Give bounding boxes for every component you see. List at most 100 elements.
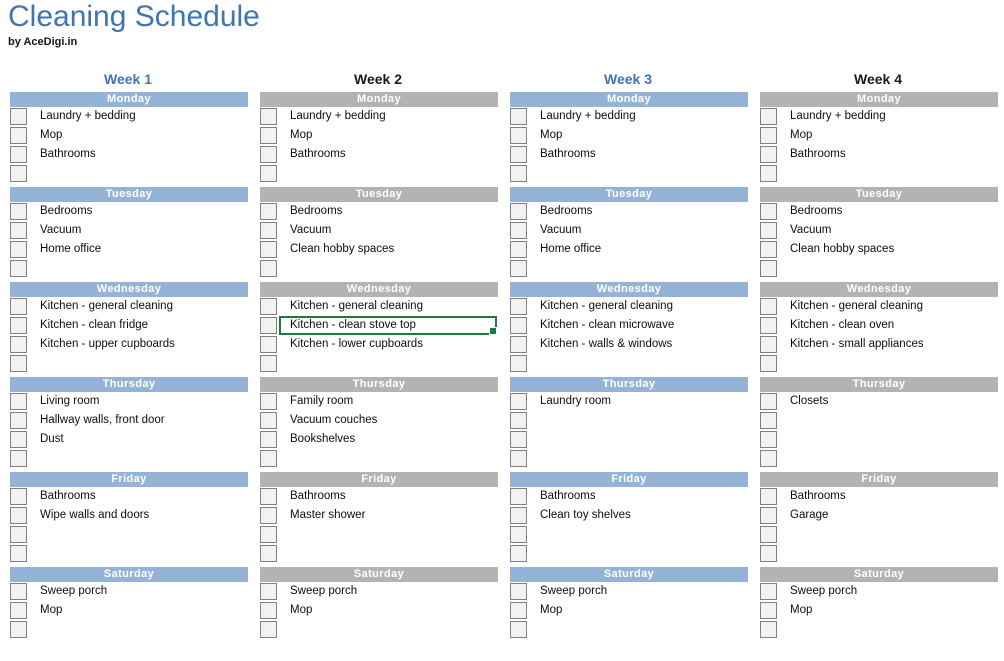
- task-label[interactable]: Vacuum couches: [277, 411, 377, 430]
- task-label[interactable]: Mop: [27, 601, 62, 620]
- task-label[interactable]: Sweep porch: [777, 582, 857, 601]
- task-checkbox[interactable]: [510, 127, 527, 144]
- task-checkbox[interactable]: [10, 222, 27, 239]
- task-label[interactable]: Bedrooms: [27, 202, 92, 221]
- task-checkbox[interactable]: [10, 450, 27, 467]
- task-checkbox[interactable]: [10, 621, 27, 638]
- task-checkbox[interactable]: [760, 222, 777, 239]
- task-label[interactable]: Bathrooms: [277, 487, 346, 506]
- task-label[interactable]: Clean hobby spaces: [777, 240, 894, 259]
- task-checkbox[interactable]: [760, 393, 777, 410]
- task-label[interactable]: Vacuum: [777, 221, 831, 240]
- task-checkbox[interactable]: [760, 621, 777, 638]
- task-label[interactable]: Laundry + bedding: [277, 107, 386, 126]
- task-label[interactable]: Mop: [277, 126, 312, 145]
- task-label[interactable]: Wipe walls and doors: [27, 506, 149, 525]
- task-checkbox[interactable]: [10, 165, 27, 182]
- task-checkbox[interactable]: [760, 526, 777, 543]
- task-checkbox[interactable]: [510, 488, 527, 505]
- task-label[interactable]: Kitchen - small appliances: [777, 335, 924, 354]
- task-checkbox[interactable]: [10, 393, 27, 410]
- task-label[interactable]: Mop: [27, 126, 62, 145]
- task-label[interactable]: Bedrooms: [777, 202, 842, 221]
- task-checkbox[interactable]: [260, 336, 277, 353]
- task-checkbox[interactable]: [760, 317, 777, 334]
- task-label[interactable]: Bedrooms: [277, 202, 342, 221]
- task-checkbox[interactable]: [260, 488, 277, 505]
- task-checkbox[interactable]: [760, 602, 777, 619]
- task-checkbox[interactable]: [260, 450, 277, 467]
- task-checkbox[interactable]: [10, 583, 27, 600]
- task-checkbox[interactable]: [260, 355, 277, 372]
- task-label[interactable]: Bathrooms: [777, 145, 846, 164]
- task-label[interactable]: Vacuum: [27, 221, 81, 240]
- cell-fill-handle[interactable]: [489, 327, 497, 335]
- task-checkbox[interactable]: [510, 526, 527, 543]
- task-checkbox[interactable]: [760, 127, 777, 144]
- task-checkbox[interactable]: [260, 526, 277, 543]
- task-checkbox[interactable]: [260, 431, 277, 448]
- task-label[interactable]: Sweep porch: [277, 582, 357, 601]
- task-label[interactable]: Kitchen - upper cupboards: [27, 335, 175, 354]
- task-checkbox[interactable]: [510, 222, 527, 239]
- task-label[interactable]: Laundry + bedding: [527, 107, 636, 126]
- task-checkbox[interactable]: [10, 203, 27, 220]
- task-checkbox[interactable]: [760, 146, 777, 163]
- task-label[interactable]: Dust: [27, 430, 64, 449]
- task-label[interactable]: Master shower: [277, 506, 365, 525]
- task-label[interactable]: Clean toy shelves: [527, 506, 631, 525]
- task-checkbox[interactable]: [510, 431, 527, 448]
- task-checkbox[interactable]: [510, 165, 527, 182]
- task-checkbox[interactable]: [260, 298, 277, 315]
- task-label[interactable]: Kitchen - general cleaning: [27, 297, 173, 316]
- task-checkbox[interactable]: [10, 241, 27, 258]
- task-checkbox[interactable]: [760, 108, 777, 125]
- task-checkbox[interactable]: [510, 355, 527, 372]
- task-label[interactable]: Mop: [777, 601, 812, 620]
- task-label[interactable]: Vacuum: [277, 221, 331, 240]
- task-label[interactable]: Bathrooms: [527, 145, 596, 164]
- task-label[interactable]: Bathrooms: [27, 145, 96, 164]
- task-checkbox[interactable]: [10, 355, 27, 372]
- task-checkbox[interactable]: [510, 146, 527, 163]
- task-checkbox[interactable]: [510, 393, 527, 410]
- task-label[interactable]: Kitchen - general cleaning: [277, 297, 423, 316]
- task-label[interactable]: Laundry + bedding: [27, 107, 136, 126]
- task-label[interactable]: Bathrooms: [277, 145, 346, 164]
- task-checkbox[interactable]: [760, 165, 777, 182]
- task-checkbox[interactable]: [260, 393, 277, 410]
- task-label[interactable]: Bedrooms: [527, 202, 592, 221]
- task-label[interactable]: Kitchen - lower cupboards: [277, 335, 423, 354]
- task-checkbox[interactable]: [260, 602, 277, 619]
- task-checkbox[interactable]: [260, 412, 277, 429]
- task-label[interactable]: Mop: [277, 601, 312, 620]
- task-checkbox[interactable]: [760, 507, 777, 524]
- task-checkbox[interactable]: [260, 108, 277, 125]
- task-checkbox[interactable]: [510, 507, 527, 524]
- task-label[interactable]: Home office: [527, 240, 601, 259]
- task-checkbox[interactable]: [260, 222, 277, 239]
- task-checkbox[interactable]: [260, 127, 277, 144]
- task-checkbox[interactable]: [10, 507, 27, 524]
- task-checkbox[interactable]: [510, 621, 527, 638]
- task-label[interactable]: Bathrooms: [777, 487, 846, 506]
- task-checkbox[interactable]: [510, 336, 527, 353]
- task-label[interactable]: Kitchen - clean stove top: [277, 316, 416, 335]
- task-checkbox[interactable]: [760, 298, 777, 315]
- task-checkbox[interactable]: [10, 431, 27, 448]
- task-checkbox[interactable]: [10, 488, 27, 505]
- task-checkbox[interactable]: [10, 602, 27, 619]
- task-checkbox[interactable]: [760, 545, 777, 562]
- task-checkbox[interactable]: [760, 241, 777, 258]
- task-label[interactable]: Family room: [277, 392, 353, 411]
- task-label[interactable]: Laundry + bedding: [777, 107, 886, 126]
- task-checkbox[interactable]: [760, 583, 777, 600]
- task-checkbox[interactable]: [10, 336, 27, 353]
- task-checkbox[interactable]: [510, 298, 527, 315]
- task-checkbox[interactable]: [510, 317, 527, 334]
- task-checkbox[interactable]: [510, 260, 527, 277]
- task-label[interactable]: Sweep porch: [527, 582, 607, 601]
- task-checkbox[interactable]: [510, 108, 527, 125]
- task-checkbox[interactable]: [760, 412, 777, 429]
- task-checkbox[interactable]: [10, 545, 27, 562]
